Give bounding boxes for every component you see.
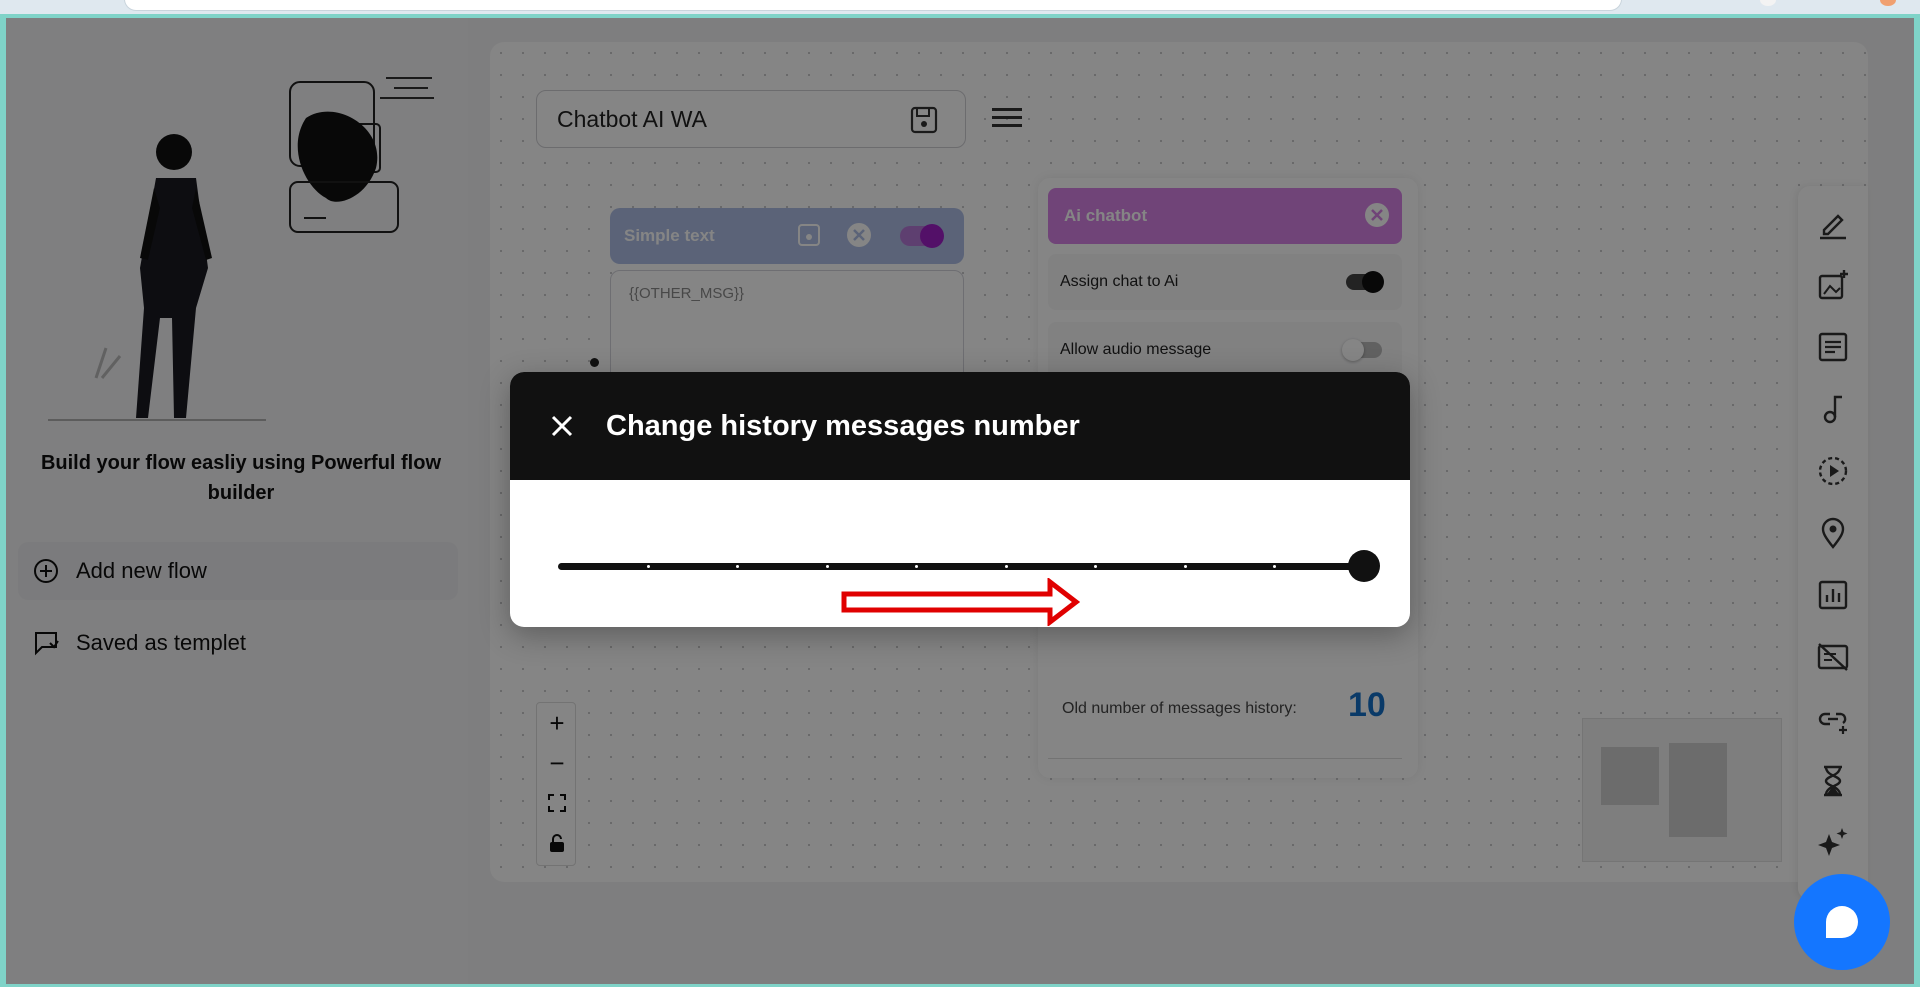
dialog-header: Change history messages number [510, 372, 1410, 480]
slider-tick [1183, 565, 1187, 568]
extension-icon[interactable] [1880, 0, 1896, 6]
slider-tick [646, 565, 650, 568]
app-window: Build your flow easliy using Powerful fl… [6, 18, 1914, 984]
close-icon[interactable] [546, 410, 578, 442]
arrow-right-icon [841, 578, 1080, 626]
browser-toolbar [0, 0, 1920, 14]
slider-tick [1004, 565, 1008, 568]
slider-tick [825, 565, 829, 568]
dialog-title: Change history messages number [606, 410, 1080, 442]
history-slider-track[interactable] [558, 563, 1364, 570]
history-messages-dialog: Change history messages number [510, 372, 1410, 627]
chat-bubble-icon [1826, 906, 1858, 938]
history-slider-thumb[interactable] [1348, 550, 1380, 582]
chat-support-button[interactable] [1794, 874, 1890, 970]
address-bar[interactable] [124, 0, 1622, 11]
profile-icon[interactable] [1760, 0, 1776, 6]
